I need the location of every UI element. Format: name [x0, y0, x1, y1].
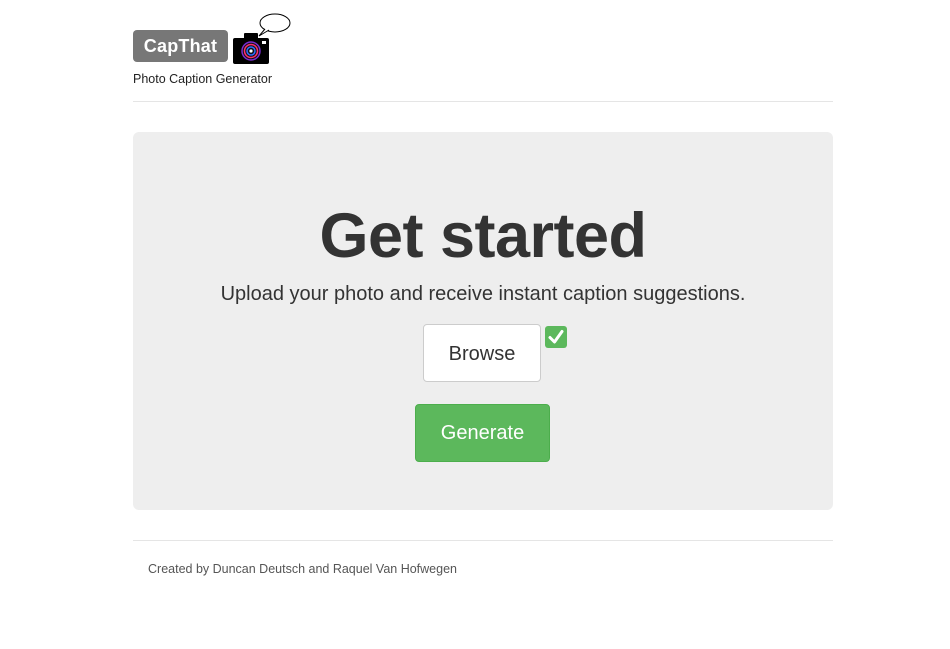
logo[interactable]: CapThat	[133, 12, 333, 67]
page-title: Get started	[319, 201, 647, 271]
jumbotron: Get started Upload your photo and receiv…	[133, 132, 833, 510]
browse-button[interactable]: Browse	[423, 324, 541, 382]
tagline: Photo Caption Generator	[133, 72, 272, 86]
brand-badge[interactable]: CapThat	[133, 30, 228, 62]
page-header: CapThat Photo Caption Generator	[133, 10, 833, 102]
lead-text: Upload your photo and receive instant ca…	[220, 283, 746, 305]
camera-icon	[233, 13, 291, 64]
checkmark-icon	[545, 326, 567, 348]
generate-button[interactable]: Generate	[415, 404, 550, 462]
page-footer: Created by Duncan Deutsch and Raquel Van…	[133, 540, 833, 576]
footer-credit: Created by Duncan Deutsch and Raquel Van…	[148, 562, 457, 576]
